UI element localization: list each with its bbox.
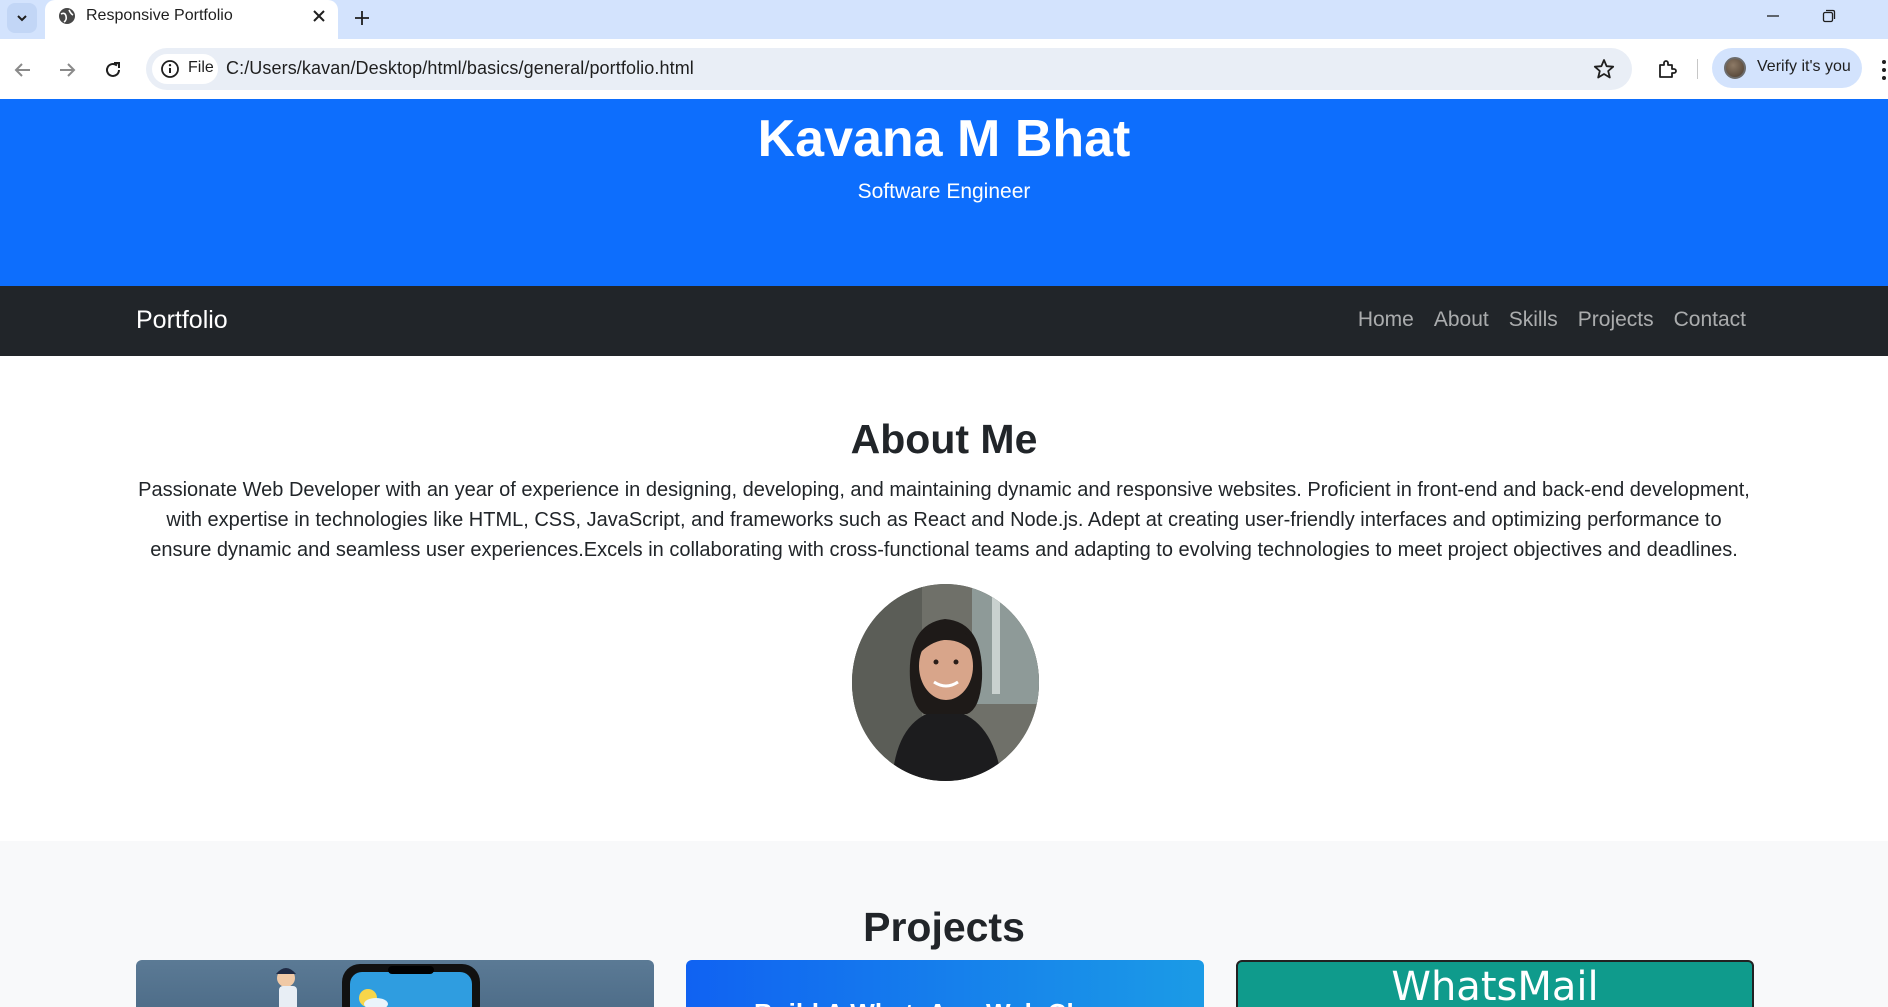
about-title: About Me [850, 416, 1038, 462]
close-icon[interactable] [307, 4, 331, 28]
nav-link-about[interactable]: About [1434, 308, 1489, 332]
hero-header: Kavana M Bhat Software Engineer [0, 99, 1888, 286]
hero-name: Kavana M Bhat [757, 110, 1131, 168]
tab-strip: Responsive Portfolio [0, 0, 1888, 39]
avatar [1724, 57, 1746, 79]
nav-link-projects[interactable]: Projects [1578, 308, 1654, 332]
site-info-chip[interactable]: File [152, 54, 218, 84]
info-icon [160, 59, 180, 84]
profile-photo [852, 584, 1039, 781]
nav-link-home[interactable]: Home [1358, 308, 1414, 332]
projects-section: Projects Build A WhatsApp Web Cl WhatsMa… [0, 841, 1888, 1007]
browser-tab[interactable]: Responsive Portfolio [45, 0, 338, 39]
project-card-3-image-text: WhatsMail [1391, 964, 1599, 1007]
minimize-icon[interactable] [1745, 0, 1801, 32]
star-icon[interactable] [1590, 55, 1618, 83]
chip-label: File [188, 59, 214, 76]
address-bar[interactable]: File C:/Users/kavan/Desktop/html/basics/… [146, 48, 1632, 90]
nav-link-skills[interactable]: Skills [1509, 308, 1558, 332]
back-icon[interactable] [6, 53, 40, 87]
project-card-2[interactable]: Build A WhatsApp Web Cl [686, 960, 1204, 1007]
globe-icon [57, 6, 77, 26]
hero-role: Software Engineer [857, 180, 1031, 203]
project-card-2-image-text: Build A WhatsApp Web Cl [754, 998, 1074, 1007]
restore-icon[interactable] [1801, 0, 1857, 32]
project-card-1[interactable] [136, 960, 654, 1007]
forward-icon[interactable] [50, 53, 84, 87]
main-navbar: Portfolio Home About Skills Projects Con… [0, 286, 1888, 356]
browser-toolbar: File C:/Users/kavan/Desktop/html/basics/… [0, 39, 1888, 99]
navbar-brand[interactable]: Portfolio [136, 306, 228, 335]
more-icon[interactable] [1880, 59, 1888, 81]
nav-links: Home About Skills Projects Contact [1358, 308, 1746, 332]
extensions-icon[interactable] [1650, 52, 1684, 86]
plus-icon[interactable] [347, 3, 377, 33]
profile-label: Verify it's you [1757, 58, 1851, 75]
about-section: About Me Passionate Web Developer with a… [0, 356, 1888, 841]
tab-title: Responsive Portfolio [86, 7, 233, 24]
about-text: Passionate Web Developer with an year of… [138, 479, 1750, 561]
url-text[interactable]: C:/Users/kavan/Desktop/html/basics/gener… [226, 58, 694, 79]
project-card-1-image [276, 964, 480, 1007]
tab-list-icon[interactable] [7, 3, 37, 33]
toolbar-divider [1697, 59, 1698, 79]
projects-title: Projects [863, 904, 1025, 950]
profile-button[interactable]: Verify it's you [1712, 48, 1862, 88]
nav-link-contact[interactable]: Contact [1674, 308, 1746, 332]
project-card-3[interactable]: WhatsMail [1236, 960, 1754, 1007]
reload-icon[interactable] [96, 53, 130, 87]
